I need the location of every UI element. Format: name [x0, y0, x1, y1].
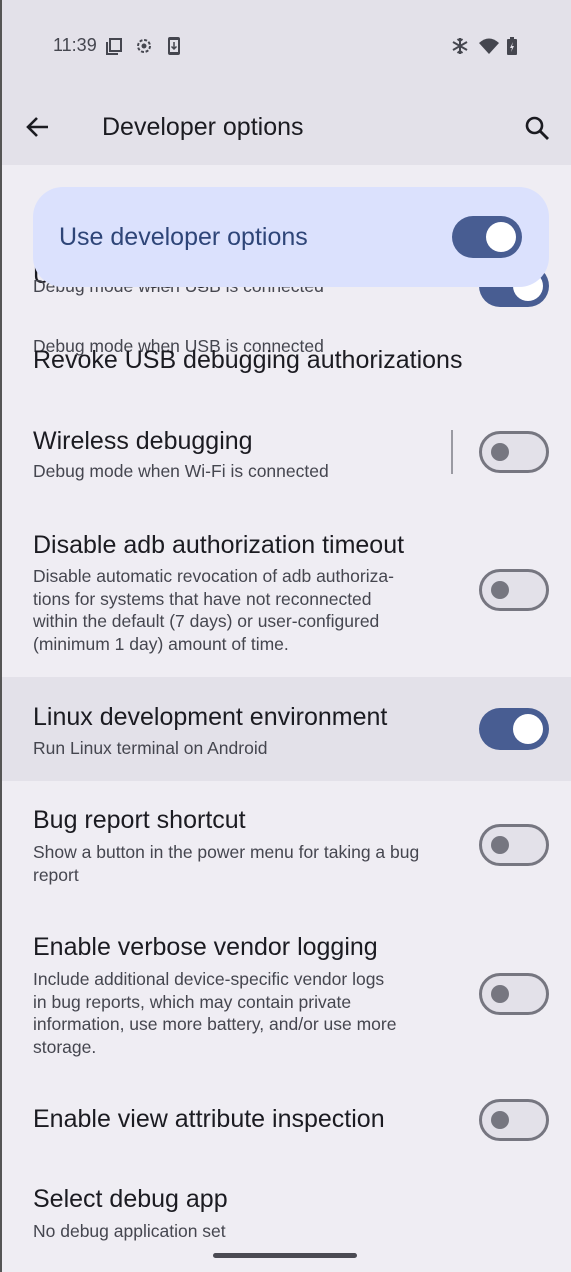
setting-summary: Show a button in the power menu for taki…	[33, 842, 420, 885]
settings-gear-icon	[135, 36, 153, 56]
vertical-divider	[451, 430, 453, 474]
setting-title: Disable adb authorization timeout	[33, 531, 405, 559]
battery-charging-icon	[506, 36, 524, 56]
search-button[interactable]	[520, 111, 554, 145]
setting-title: Enable verbose vendor logging	[33, 933, 378, 961]
view-attribute-inspection-switch[interactable]	[479, 1099, 549, 1141]
disable-adb-timeout-switch[interactable]	[479, 569, 549, 611]
setting-view-attribute-inspection[interactable]: Enable view attribute inspection	[0, 1081, 571, 1161]
verbose-vendor-logging-switch[interactable]	[479, 973, 549, 1015]
switch-knob	[491, 581, 509, 599]
switch-knob	[513, 714, 543, 744]
setting-summary: No debug application set	[33, 1221, 226, 1241]
status-bar: 11:39	[0, 0, 571, 92]
setting-title: Revoke USB debugging authorizations	[33, 346, 463, 374]
setting-linux-dev-env[interactable]: Linux development environment Run Linux …	[0, 677, 571, 781]
use-developer-options-card[interactable]: Use developer options	[33, 187, 549, 287]
screen-edge	[0, 0, 2, 1272]
back-button[interactable]	[22, 111, 54, 143]
setting-disable-adb-timeout[interactable]: Disable adb authorization timeout Disabl…	[0, 515, 571, 675]
setting-title: Wireless debugging	[33, 427, 253, 455]
page-title: Developer options	[102, 113, 304, 141]
search-icon	[525, 116, 549, 140]
app-bar: Developer options	[0, 92, 571, 165]
setting-summary: Disable automatic revocation of adb auth…	[33, 566, 394, 654]
setting-revoke-usb[interactable]: Revoke USB debugging authorizations	[0, 315, 571, 405]
linux-dev-env-switch[interactable]	[479, 708, 549, 750]
setting-title: Enable view attribute inspection	[33, 1105, 385, 1133]
setting-summary: Debug mode when Wi-Fi is connected	[33, 461, 329, 481]
wifi-icon	[478, 36, 499, 56]
use-developer-options-label: Use developer options	[59, 223, 308, 251]
setting-title: Select debug app	[33, 1185, 228, 1213]
setting-verbose-vendor-logging[interactable]: Enable verbose vendor logging Include ad…	[0, 911, 571, 1081]
wireless-debugging-switch[interactable]	[479, 431, 549, 473]
switch-knob	[491, 443, 509, 461]
setting-summary: Run Linux terminal on Android	[33, 738, 268, 758]
snowflake-icon	[450, 36, 468, 56]
switch-knob	[491, 836, 509, 854]
setting-title: Bug report shortcut	[33, 806, 246, 834]
use-developer-options-switch[interactable]	[452, 216, 522, 258]
switch-knob	[491, 1111, 509, 1129]
status-time: 11:39	[53, 35, 97, 55]
download-phone-icon	[166, 36, 184, 56]
bug-report-shortcut-switch[interactable]	[479, 824, 549, 866]
switch-knob	[486, 222, 516, 252]
home-gesture-bar[interactable]	[213, 1253, 357, 1258]
setting-wireless-debugging[interactable]: Wireless debugging Debug mode when Wi-Fi…	[0, 405, 571, 515]
arrow-back-icon	[26, 117, 48, 137]
setting-summary: Include additional device-specific vendo…	[33, 969, 397, 1057]
screenshot-icon	[105, 36, 123, 56]
switch-knob	[491, 985, 509, 1003]
setting-bug-report-shortcut[interactable]: Bug report shortcut Show a button in the…	[0, 781, 571, 911]
settings-list[interactable]: USB debugging Debug mode when USB is con…	[0, 165, 571, 1272]
setting-title: Linux development environment	[33, 703, 388, 731]
